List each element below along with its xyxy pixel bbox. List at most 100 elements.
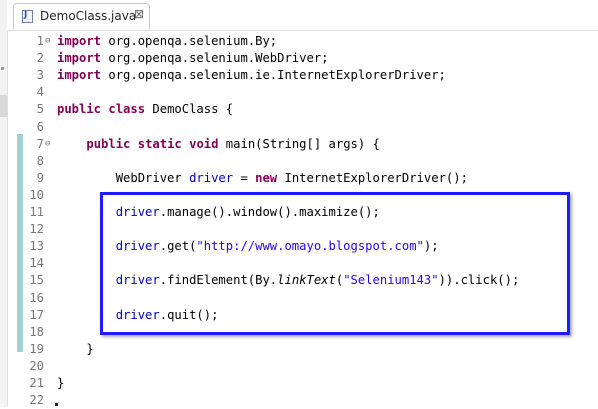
tab-title: DemoClass.java xyxy=(40,9,137,23)
keyword-token: import xyxy=(57,34,102,48)
line-number: 17 xyxy=(29,307,44,322)
code-line[interactable]: 4 xyxy=(7,84,598,101)
code-token: .manage().window().maximize(); xyxy=(159,205,380,219)
line-number: 16 xyxy=(29,290,44,305)
code-text: driver.findElement(By.linkText("Selenium… xyxy=(57,272,520,289)
code-text: } xyxy=(57,375,64,392)
line-number: 15 xyxy=(29,273,44,288)
panel-marker xyxy=(1,67,4,70)
panel-scroll-thumb[interactable] xyxy=(0,95,7,117)
editor-tab-bar: DemoClass.java ⊠ xyxy=(7,0,598,31)
keyword-token: import xyxy=(57,51,102,66)
code-line[interactable]: 20 xyxy=(7,358,598,375)
code-text: import org.openqa.selenium.WebDriver; xyxy=(57,50,329,67)
line-number: 7 xyxy=(36,136,44,151)
code-token: } xyxy=(57,376,65,390)
code-line[interactable]: 18 xyxy=(7,324,598,341)
close-tab-icon[interactable]: ⊠ xyxy=(134,7,144,21)
code-token: InternetExplorerDriver(); xyxy=(277,170,468,185)
code-editor[interactable]: 1 ⊖ import org.openqa.selenium.By; 2 import … xyxy=(7,31,598,407)
code-line[interactable]: 1 ⊖ import org.openqa.selenium.By; xyxy=(7,33,598,50)
keyword-token: public xyxy=(86,136,131,151)
field-token: driver xyxy=(115,239,160,254)
line-number: 22 xyxy=(29,393,44,408)
code-text: public class DemoClass { xyxy=(57,101,233,118)
keyword-token: static xyxy=(137,136,182,151)
code-line[interactable]: 12 xyxy=(7,221,598,238)
code-line[interactable]: 5 public class DemoClass { xyxy=(7,101,598,118)
code-token: .findElement(By. xyxy=(159,273,278,288)
code-line[interactable]: 2 import org.openqa.selenium.WebDriver; xyxy=(7,50,598,67)
code-line[interactable]: 15 driver.findElement(By.linkText("Selen… xyxy=(7,272,598,289)
code-text: WebDriver driver = new InternetExplorerD… xyxy=(57,170,468,187)
code-token: org.openqa.selenium.ie.InternetExplorerD… xyxy=(101,68,446,83)
code-line[interactable]: 8 xyxy=(7,153,598,170)
code-text: driver.quit(); xyxy=(57,307,219,324)
line-number: 13 xyxy=(29,239,44,254)
code-line[interactable]: 3 import org.openqa.selenium.ie.InternetE… xyxy=(7,67,598,84)
keyword-token: class xyxy=(108,102,146,117)
code-text: public static void main(String[] args) { xyxy=(57,136,380,153)
code-token: ); xyxy=(423,239,439,254)
code-token: WebDriver xyxy=(57,170,190,185)
code-text: driver.get("http://www.omayo.blogspot.co… xyxy=(57,238,439,255)
line-number: 11 xyxy=(29,205,44,219)
string-token: "http://www.omayo.blogspot.com" xyxy=(196,239,424,254)
static-method-token: linkText xyxy=(277,273,336,288)
field-token: driver xyxy=(189,170,234,185)
keyword-token: void xyxy=(189,136,219,151)
keyword-token: new xyxy=(255,170,278,185)
fold-toggle-icon[interactable]: ⊖ xyxy=(45,136,50,153)
keyword-token: import xyxy=(57,68,102,83)
line-number: 1 xyxy=(36,34,44,48)
java-file-icon xyxy=(22,10,33,23)
code-line[interactable]: 17 driver.quit(); xyxy=(7,307,598,324)
code-line[interactable]: 9 WebDriver driver = new InternetExplore… xyxy=(7,170,598,187)
code-text: driver.manage().window().maximize(); xyxy=(57,204,380,221)
code-line[interactable]: 7 ⊖ public static void main(String[] args… xyxy=(7,136,598,153)
code-token: org.openqa.selenium.WebDriver; xyxy=(101,51,329,66)
code-line[interactable]: 6 xyxy=(7,119,598,136)
line-number: 3 xyxy=(36,68,44,83)
code-token: org.openqa.selenium.By; xyxy=(101,34,278,48)
code-line[interactable]: 19 } xyxy=(7,341,598,358)
line-number: 2 xyxy=(36,51,44,66)
line-number: 9 xyxy=(36,170,44,185)
code-token: DemoClass { xyxy=(145,102,234,117)
code-text: import org.openqa.selenium.ie.InternetEx… xyxy=(57,67,446,84)
fold-toggle-icon[interactable]: ⊖ xyxy=(45,33,50,50)
line-number: 20 xyxy=(29,358,44,373)
string-token: "Selenium143" xyxy=(343,273,439,288)
field-token: driver xyxy=(115,205,160,219)
code-line[interactable]: 11 driver.manage().window().maximize(); xyxy=(7,204,598,221)
code-token: )).click(); xyxy=(438,273,520,288)
code-token: = xyxy=(233,170,256,185)
code-text: import org.openqa.selenium.By; xyxy=(57,33,277,50)
line-number: 14 xyxy=(29,256,44,271)
code-line[interactable]: 16 xyxy=(7,290,598,307)
code-line[interactable]: 22 xyxy=(7,392,598,409)
code-token: } xyxy=(57,341,94,356)
code-line[interactable]: 13 driver.get("http://www.omayo.blogspot… xyxy=(7,238,598,255)
line-number: 4 xyxy=(36,85,44,100)
code-line[interactable]: 10 xyxy=(7,187,598,204)
line-number: 12 xyxy=(29,222,44,237)
keyword-token: public xyxy=(57,102,102,117)
code-line[interactable]: 14 xyxy=(7,255,598,272)
field-token: driver xyxy=(115,307,160,322)
line-number: 19 xyxy=(29,341,44,356)
tab-democlass-java[interactable]: DemoClass.java ⊠ xyxy=(13,3,150,29)
line-number: 8 xyxy=(36,153,44,168)
line-number: 21 xyxy=(29,376,44,390)
code-token: main(String[] args) { xyxy=(218,136,380,151)
line-number: 5 xyxy=(36,102,44,117)
field-token: driver xyxy=(115,273,160,288)
code-token: .get( xyxy=(159,239,197,254)
code-line[interactable]: 21} xyxy=(7,375,598,392)
